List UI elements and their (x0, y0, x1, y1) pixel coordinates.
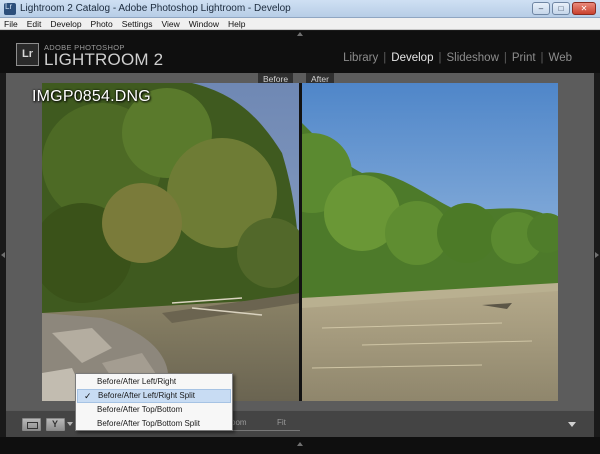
window-titlebar: Lightroom 2 Catalog - Adobe Photoshop Li… (0, 0, 600, 18)
check-icon: ✓ (84, 391, 92, 401)
after-photo-image (302, 83, 558, 401)
module-separator: | (438, 52, 442, 64)
window-controls: – □ ✕ (532, 2, 596, 15)
module-separator: | (503, 52, 507, 64)
toolbar-menu-chevron-icon[interactable] (568, 422, 576, 427)
option-label: Before/After Top/Bottom Split (97, 419, 201, 428)
module-develop[interactable]: Develop (391, 52, 433, 64)
option-label: Before/After Left/Right Split (98, 391, 195, 400)
window-title: Lightroom 2 Catalog - Adobe Photoshop Li… (20, 3, 291, 14)
brand-title: LIGHTROOM 2 (44, 50, 164, 69)
split-divider[interactable] (299, 83, 302, 401)
menu-bar: File Edit Develop Photo Settings View Wi… (0, 18, 600, 30)
left-panel-toggle-icon[interactable] (1, 252, 5, 258)
chevron-down-icon[interactable] (67, 422, 73, 426)
before-after-mode-menu: Before/After Left/Right ✓ Before/After L… (75, 373, 233, 431)
option-label: Before/After Left/Right (97, 377, 177, 386)
zoom-fit-label[interactable]: Fit (277, 418, 286, 427)
menu-option-top-bottom[interactable]: Before/After Top/Bottom (76, 403, 232, 417)
before-photo-image (42, 83, 300, 401)
module-picker: Library | Develop | Slideshow | Print | … (343, 52, 572, 64)
before-after-view-button[interactable] (46, 418, 65, 431)
menu-develop[interactable]: Develop (50, 19, 81, 29)
image-filename-overlay: IMGP0854.DNG (32, 88, 151, 105)
lightroom-app-icon (4, 2, 16, 15)
menu-photo[interactable]: Photo (91, 19, 113, 29)
close-button[interactable]: ✕ (572, 2, 596, 15)
menu-edit[interactable]: Edit (27, 19, 42, 29)
menu-option-left-right[interactable]: Before/After Left/Right (76, 375, 232, 389)
lightroom-logo: Lr (16, 43, 39, 66)
menu-option-top-bottom-split[interactable]: Before/After Top/Bottom Split (76, 417, 232, 431)
menu-help[interactable]: Help (228, 19, 245, 29)
menu-option-left-right-split[interactable]: ✓ Before/After Left/Right Split (77, 389, 231, 403)
minimize-button[interactable]: – (532, 2, 550, 15)
zoom-label: oom (231, 418, 247, 427)
menu-view[interactable]: View (161, 19, 179, 29)
menu-settings[interactable]: Settings (122, 19, 153, 29)
module-separator: | (540, 52, 544, 64)
before-photo[interactable] (42, 83, 300, 401)
after-photo[interactable] (302, 83, 558, 401)
module-library[interactable]: Library (343, 52, 378, 64)
loupe-view-button[interactable] (22, 418, 41, 431)
menu-file[interactable]: File (4, 19, 18, 29)
module-separator: | (383, 52, 387, 64)
module-web[interactable]: Web (549, 52, 572, 64)
maximize-button[interactable]: □ (552, 2, 570, 15)
top-panel-toggle-icon[interactable] (297, 32, 303, 36)
module-slideshow[interactable]: Slideshow (446, 52, 498, 64)
bottom-panel-toggle-icon[interactable] (297, 442, 303, 446)
zoom-slider[interactable] (232, 430, 300, 431)
module-print[interactable]: Print (512, 52, 536, 64)
option-label: Before/After Top/Bottom (97, 405, 183, 414)
right-panel-toggle-icon[interactable] (595, 252, 599, 258)
menu-window[interactable]: Window (189, 19, 219, 29)
